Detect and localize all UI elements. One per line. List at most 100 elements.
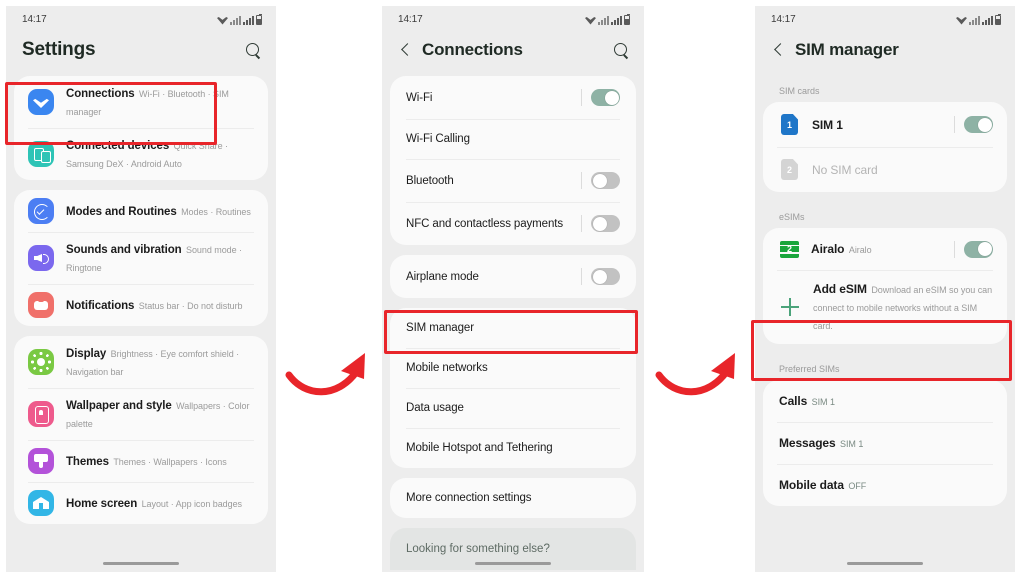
row-title: SIM 1 xyxy=(812,117,843,132)
sidebar-item-connections[interactable]: Connections Wi-Fi · Bluetooth · SIM mana… xyxy=(14,76,268,128)
row-label: Wi-Fi xyxy=(406,91,433,104)
sidebar-item-modes-and-routines[interactable]: Modes and Routines Modes · Routines xyxy=(14,190,268,232)
airalo-toggle[interactable] xyxy=(954,240,993,258)
sim-manager-scroll-body[interactable]: SIM cards 1 SIM 1 2 No SIM card eSIMs 2 … xyxy=(755,76,1015,506)
list-item-wifi[interactable]: Wi-Fi xyxy=(390,76,636,119)
list-item-airalo[interactable]: 2 Airalo Airalo xyxy=(763,228,1007,270)
list-item-add-esim[interactable]: Add eSIM Download an eSIM so you can con… xyxy=(763,270,1007,344)
row-label: More connection settings xyxy=(406,492,532,504)
connections-group-1: Wi-Fi Wi-Fi Calling Bluetooth NFC and co… xyxy=(390,76,636,245)
list-item-mobile-hotspot[interactable]: Mobile Hotspot and Tethering xyxy=(390,428,636,468)
signal-icon xyxy=(230,15,241,25)
phone-screen-settings: 14:17 Settings Connections Wi-Fi · Bluet… xyxy=(6,6,276,572)
sidebar-item-connected-devices[interactable]: Connected devices Quick Share · Samsung … xyxy=(14,128,268,180)
settings-group-3: Display Brightness · Eye comfort shield … xyxy=(14,336,268,524)
arrow-connections-to-simmanager xyxy=(655,353,735,396)
airplane-mode-toggle[interactable] xyxy=(581,268,620,285)
status-bar-time: 14:17 xyxy=(398,13,423,25)
signal-icon xyxy=(969,15,980,25)
esims-group: 2 Airalo Airalo Add eSIM Download an eSI… xyxy=(763,228,1007,344)
signal-icon-2 xyxy=(243,15,254,25)
wallpaper-icon xyxy=(28,401,54,427)
toggle-switch[interactable] xyxy=(591,172,620,189)
sidebar-item-home-screen[interactable]: Home screen Layout · App icon badges xyxy=(14,482,268,524)
section-label-esims: eSIMs xyxy=(779,212,805,222)
sound-icon xyxy=(28,245,54,271)
page-title: Connections xyxy=(422,40,523,59)
battery-icon xyxy=(256,13,262,25)
row-subtitle: Status bar · Do not disturb xyxy=(138,301,243,311)
search-icon[interactable] xyxy=(245,42,262,59)
divider xyxy=(954,116,955,133)
list-item-more-connection-settings[interactable]: More connection settings xyxy=(390,478,636,518)
toggle-switch[interactable] xyxy=(591,89,620,106)
sidebar-item-sounds-and-vibration[interactable]: Sounds and vibration Sound mode · Ringto… xyxy=(14,232,268,284)
phone-screen-connections: 14:17 Connections Wi-Fi Wi-Fi Calling Bl… xyxy=(382,6,644,572)
status-bar-icons xyxy=(585,13,630,25)
toggle-switch[interactable] xyxy=(591,215,620,232)
home-indicator[interactable] xyxy=(475,561,551,565)
list-item-no-sim-card: 2 No SIM card xyxy=(763,147,1007,192)
wifi-toggle[interactable] xyxy=(581,89,620,106)
toggle-switch[interactable] xyxy=(964,240,993,258)
list-item-calls[interactable]: Calls SIM 1 xyxy=(763,380,1007,422)
row-subtitle: Layout · App icon badges xyxy=(141,499,242,509)
sidebar-item-display[interactable]: Display Brightness · Eye comfort shield … xyxy=(14,336,268,388)
row-title: Airalo xyxy=(811,242,845,256)
list-item-nfc[interactable]: NFC and contactless payments xyxy=(390,202,636,245)
list-item-bluetooth[interactable]: Bluetooth xyxy=(390,159,636,202)
section-label-preferred-sims: Preferred SIMs xyxy=(779,364,840,374)
list-item-airplane-mode[interactable]: Airplane mode xyxy=(390,255,636,298)
sidebar-item-wallpaper-and-style[interactable]: Wallpaper and style Wallpapers · Color p… xyxy=(14,388,268,440)
arrow-settings-to-connections xyxy=(285,353,365,396)
row-title: Themes xyxy=(66,456,109,468)
row-title: Wallpaper and style xyxy=(66,400,172,412)
sidebar-item-themes[interactable]: Themes Themes · Wallpapers · Icons xyxy=(14,440,268,482)
divider xyxy=(581,268,582,285)
row-title: Calls xyxy=(779,394,808,408)
signal-icon-2 xyxy=(982,15,993,25)
divider xyxy=(954,240,955,258)
sidebar-item-notifications[interactable]: Notifications Status bar · Do not distur… xyxy=(14,284,268,326)
row-title: Modes and Routines xyxy=(66,206,177,218)
search-icon[interactable] xyxy=(613,42,630,59)
list-item-mobile-data[interactable]: Mobile data OFF xyxy=(763,464,1007,506)
list-item-sim-manager[interactable]: SIM manager xyxy=(390,308,636,348)
toggle-switch[interactable] xyxy=(591,268,620,285)
home-screen-icon xyxy=(28,490,54,516)
back-arrow-icon[interactable] xyxy=(771,42,787,58)
nfc-toggle[interactable] xyxy=(581,215,620,232)
display-icon xyxy=(28,349,54,375)
status-bar-icons xyxy=(217,13,262,25)
status-bar: 14:17 xyxy=(755,6,1015,32)
settings-scroll-body[interactable]: Connections Wi-Fi · Bluetooth · SIM mana… xyxy=(6,76,276,524)
sim-manager-app-bar: SIM manager xyxy=(755,32,1015,76)
page-title: Settings xyxy=(22,39,96,60)
sim-1-toggle[interactable] xyxy=(954,116,993,133)
connections-app-bar: Connections xyxy=(382,32,644,76)
divider xyxy=(581,215,582,232)
row-title: No SIM card xyxy=(812,162,878,177)
back-arrow-icon[interactable] xyxy=(398,42,414,58)
list-item-data-usage[interactable]: Data usage xyxy=(390,388,636,428)
home-indicator[interactable] xyxy=(103,561,179,565)
row-label: Data usage xyxy=(406,402,464,414)
list-item-messages[interactable]: Messages SIM 1 xyxy=(763,422,1007,464)
list-item-wifi-calling[interactable]: Wi-Fi Calling xyxy=(390,119,636,159)
signal-icon-2 xyxy=(611,15,622,25)
row-label: Mobile networks xyxy=(406,362,488,374)
row-label: Wi-Fi Calling xyxy=(406,133,470,145)
status-bar: 14:17 xyxy=(6,6,276,32)
status-bar-icons xyxy=(956,13,1001,25)
toggle-switch[interactable] xyxy=(964,116,993,133)
row-subtitle: OFF xyxy=(848,481,867,491)
list-item-sim-1[interactable]: 1 SIM 1 xyxy=(763,102,1007,147)
sim-card-2-icon: 2 xyxy=(781,159,798,180)
battery-icon xyxy=(995,13,1001,25)
bluetooth-toggle[interactable] xyxy=(581,172,620,189)
list-item-mobile-networks[interactable]: Mobile networks xyxy=(390,348,636,388)
row-title: Display xyxy=(66,348,107,360)
row-label: NFC and contactless payments xyxy=(406,217,563,230)
connections-scroll-body[interactable]: Wi-Fi Wi-Fi Calling Bluetooth NFC and co… xyxy=(382,76,644,570)
home-indicator[interactable] xyxy=(847,561,923,565)
